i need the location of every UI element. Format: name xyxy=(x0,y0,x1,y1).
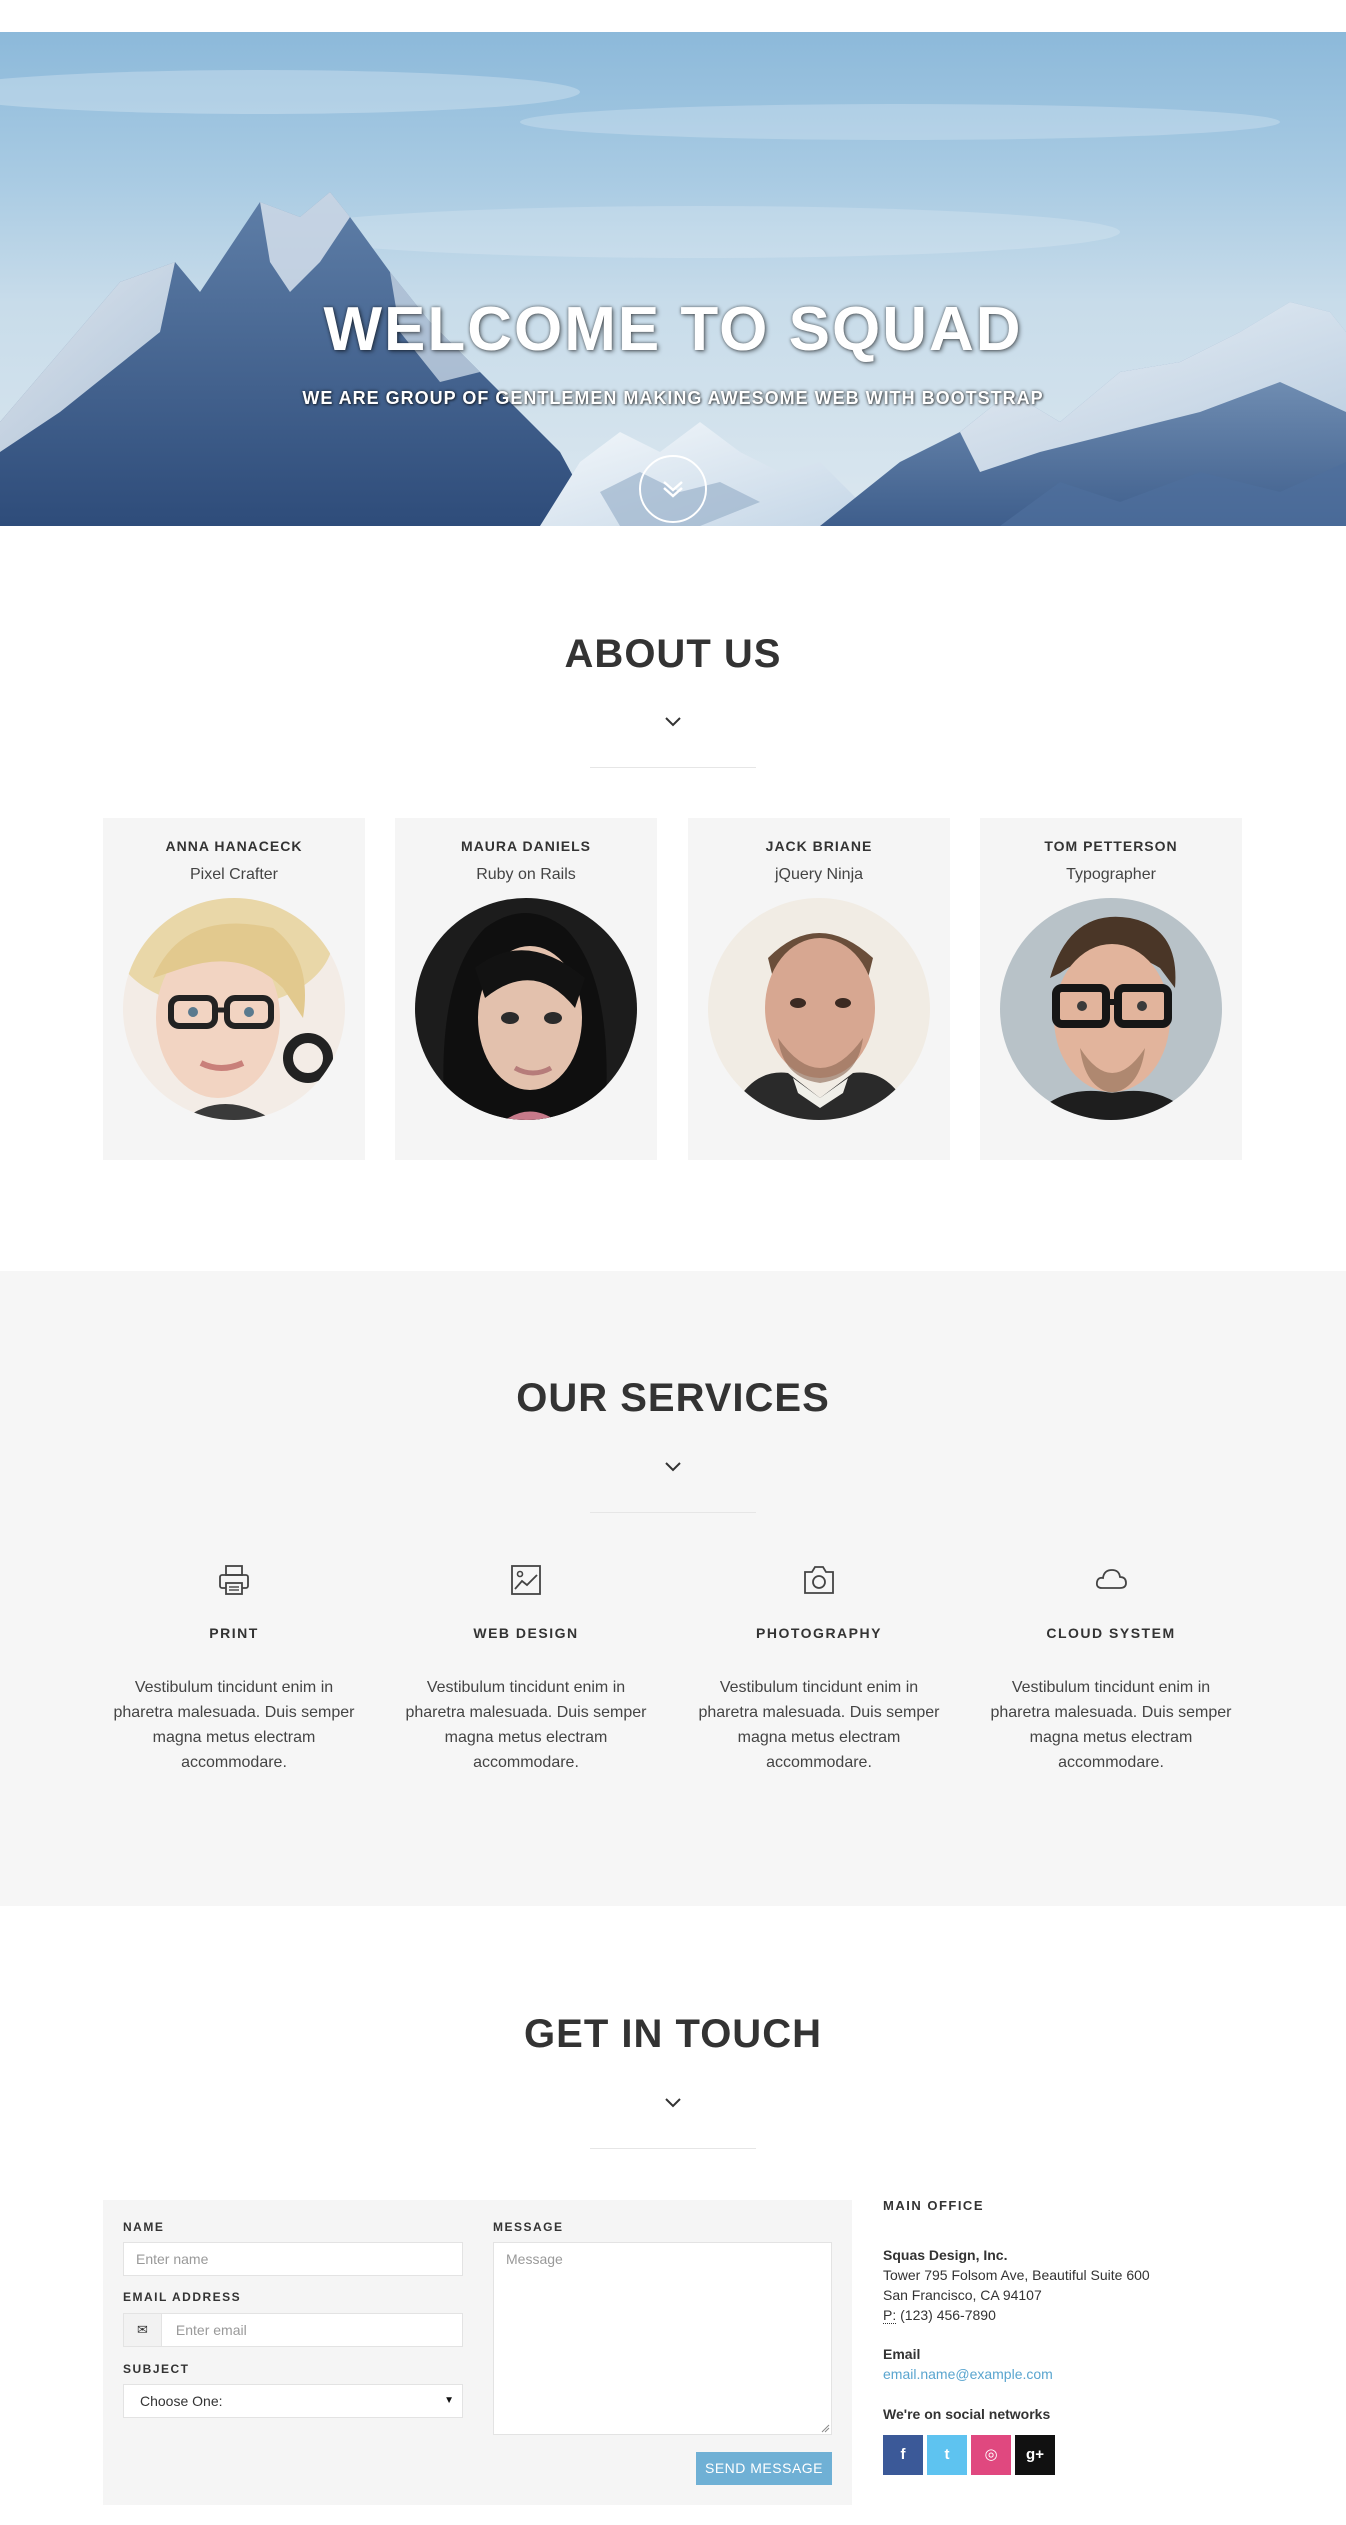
address-line-1: Tower 795 Folsom Ave, Beautiful Suite 60… xyxy=(883,2267,1150,2283)
mountain-landscape-image xyxy=(0,70,1346,526)
message-label: MESSAGE xyxy=(493,2220,564,2234)
chevron-down-icon xyxy=(665,717,681,727)
phone-number: (123) 456-7890 xyxy=(900,2307,996,2323)
service-description: Vestibulum tincidunt enim in pharetra ma… xyxy=(990,1679,1232,1771)
service-description: Vestibulum tincidunt enim in pharetra ma… xyxy=(698,1679,940,1771)
twitter-icon: t xyxy=(944,2446,950,2463)
service-description: Vestibulum tincidunt enim in pharetra ma… xyxy=(405,1679,647,1771)
section-divider xyxy=(590,767,756,768)
service-title: PRINT xyxy=(209,1625,259,1641)
team-member-name: JACK BRIANE xyxy=(765,838,873,854)
address-line-2: San Francisco, CA 94107 xyxy=(883,2287,1042,2303)
team-member-role: Ruby on Rails xyxy=(476,866,576,883)
services-section xyxy=(0,1271,1346,1906)
team-member-role: Pixel Crafter xyxy=(189,866,279,883)
social-heading: We're on social networks xyxy=(883,2406,1051,2422)
team-member-name: TOM PETTERSON xyxy=(1044,838,1178,854)
company-name: Squas Design, Inc. xyxy=(883,2247,1008,2263)
team-member-photo xyxy=(123,898,345,1120)
team-member-name: ANNA HANACECK xyxy=(165,838,303,854)
service-title: PHOTOGRAPHY xyxy=(756,1625,882,1641)
email-field[interactable]: ✉ Enter email xyxy=(123,2313,463,2347)
message-textarea[interactable]: Message xyxy=(493,2242,832,2435)
email-label: EMAIL ADDRESS xyxy=(123,2290,242,2304)
service-description: Vestibulum tincidunt enim in pharetra ma… xyxy=(113,1679,355,1771)
double-chevron-down-icon xyxy=(663,481,683,498)
team-card: TOM PETTERSON Typographer xyxy=(980,818,1242,1160)
phone-prefix: P: xyxy=(883,2307,897,2324)
subject-selected-value: Choose One: xyxy=(140,2393,223,2409)
email-heading: Email xyxy=(883,2346,921,2362)
section-divider xyxy=(590,2148,756,2149)
team-member-photo xyxy=(415,898,637,1120)
printer-icon xyxy=(219,1565,249,1595)
caret-down-icon: ▼ xyxy=(444,2395,454,2406)
camera-icon xyxy=(804,1566,834,1594)
office-heading: MAIN OFFICE xyxy=(883,2198,984,2213)
top-bar xyxy=(0,0,1346,32)
send-message-button[interactable]: SEND MESSAGE xyxy=(696,2452,832,2485)
services-title: OUR SERVICES xyxy=(516,1376,830,1420)
google-plus-button[interactable]: g+ xyxy=(1015,2435,1055,2475)
service-title: CLOUD SYSTEM xyxy=(1046,1625,1176,1641)
about-title: ABOUT US xyxy=(564,632,782,676)
chevron-down-icon xyxy=(665,2098,681,2108)
facebook-button[interactable]: f xyxy=(883,2435,923,2475)
service-title: WEB DESIGN xyxy=(473,1625,579,1641)
name-label: NAME xyxy=(123,2220,165,2234)
team-member-role: jQuery Ninja xyxy=(774,866,864,883)
envelope-icon: ✉ xyxy=(124,2314,162,2346)
email-link[interactable]: email.name@example.com xyxy=(883,2366,1053,2382)
hero-subtitle: WE ARE GROUP OF GENTLEMEN MAKING AWESOME… xyxy=(302,388,1044,408)
team-member-photo xyxy=(708,898,930,1120)
scroll-down-button[interactable] xyxy=(639,455,707,523)
hero-banner: WELCOME TO SQUAD WE ARE GROUP OF GENTLEM… xyxy=(0,32,1346,526)
cloud-icon xyxy=(1095,1569,1127,1589)
team-card: JACK BRIANE jQuery Ninja xyxy=(688,818,950,1160)
phone-line: P: (123) 456-7890 xyxy=(883,2307,996,2324)
subject-select[interactable]: Choose One: ▼ xyxy=(123,2384,463,2418)
resize-handle-icon[interactable] xyxy=(821,2424,830,2433)
team-member-role: Typographer xyxy=(1066,866,1156,883)
section-divider xyxy=(590,1512,756,1513)
team-member-name: MAURA DANIELS xyxy=(461,838,591,854)
image-icon xyxy=(511,1565,541,1595)
subject-label: SUBJECT xyxy=(123,2362,190,2376)
dribbble-icon: ◎ xyxy=(984,2446,998,2463)
hero-title: WELCOME TO SQUAD xyxy=(323,295,1023,364)
chevron-down-icon xyxy=(665,1462,681,1472)
name-input[interactable]: Enter name xyxy=(123,2242,463,2276)
twitter-button[interactable]: t xyxy=(927,2435,967,2475)
contact-title: GET IN TOUCH xyxy=(524,2012,822,2056)
facebook-icon: f xyxy=(900,2446,906,2463)
team-card: MAURA DANIELS Ruby on Rails xyxy=(395,818,657,1160)
dribbble-button[interactable]: ◎ xyxy=(971,2435,1011,2475)
google-plus-icon: g+ xyxy=(1026,2446,1044,2463)
email-placeholder: Enter email xyxy=(175,2322,247,2338)
team-member-photo xyxy=(1000,898,1222,1120)
team-card: ANNA HANACECK Pixel Crafter xyxy=(103,818,365,1160)
